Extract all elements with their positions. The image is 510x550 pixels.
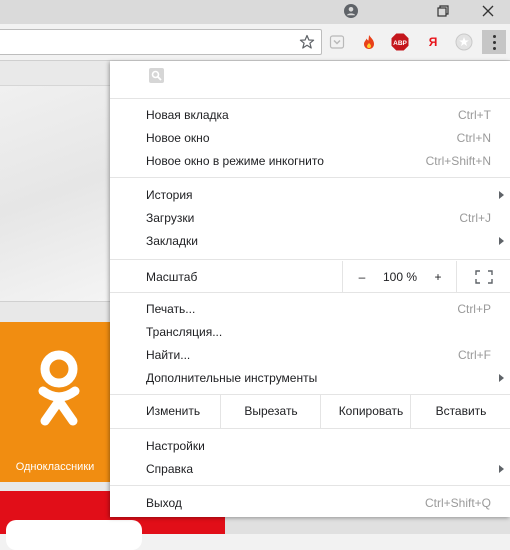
odnoklassniki-tile[interactable] bbox=[0, 322, 110, 482]
menu-item-incognito[interactable]: Новое окно в режиме инкогнито Ctrl+Shift… bbox=[146, 150, 491, 172]
menu-item-label: Выход bbox=[146, 496, 182, 510]
menu-item-find[interactable]: Найти... Ctrl+F bbox=[146, 344, 491, 366]
more-vert-icon[interactable] bbox=[482, 30, 506, 54]
fullscreen-button[interactable] bbox=[456, 261, 510, 292]
menu-item-label: Новое окно bbox=[146, 131, 210, 145]
pocket-icon[interactable] bbox=[328, 33, 346, 51]
menu-item-shortcut: Ctrl+F bbox=[458, 348, 491, 362]
menu-item-label: Новая вкладка bbox=[146, 108, 229, 122]
menu-item-exit[interactable]: Выход Ctrl+Shift+Q bbox=[146, 492, 491, 514]
menu-item-print[interactable]: Печать... Ctrl+P bbox=[146, 298, 491, 320]
menu-item-label: Дополнительные инструменты bbox=[146, 371, 318, 385]
menu-item-cast[interactable]: Трансляция... bbox=[146, 321, 491, 343]
red-tile-chip bbox=[6, 520, 142, 550]
address-bar[interactable] bbox=[0, 29, 322, 55]
menu-separator bbox=[110, 485, 510, 486]
menu-item-shortcut: Ctrl+P bbox=[457, 302, 491, 316]
chrome-menu: Новая вкладка Ctrl+T Новое окно Ctrl+N Н… bbox=[110, 61, 510, 517]
yandex-icon[interactable]: Я bbox=[424, 33, 442, 51]
extension-icon[interactable] bbox=[455, 33, 473, 51]
odnoklassniki-logo-icon bbox=[38, 350, 80, 426]
submenu-arrow-icon bbox=[499, 237, 504, 245]
menu-separator bbox=[110, 259, 510, 260]
menu-separator bbox=[110, 98, 510, 99]
menu-item-help[interactable]: Справка bbox=[146, 458, 491, 480]
zoom-out-button[interactable]: – bbox=[347, 270, 377, 284]
menu-item-history[interactable]: История bbox=[146, 184, 491, 206]
menu-separator bbox=[110, 428, 510, 429]
account-icon[interactable] bbox=[329, 0, 373, 22]
restore-icon[interactable] bbox=[421, 0, 465, 22]
menu-separator bbox=[110, 177, 510, 178]
menu-item-label: Трансляция... bbox=[146, 325, 223, 339]
menu-item-label: Новое окно в режиме инкогнито bbox=[146, 154, 324, 168]
menu-item-label: История bbox=[146, 188, 193, 202]
paste-button[interactable]: Вставить bbox=[410, 394, 510, 428]
submenu-arrow-icon bbox=[499, 465, 504, 473]
page-header-strip bbox=[0, 61, 110, 86]
zoom-level: 100 % bbox=[382, 269, 418, 284]
menu-item-more-tools[interactable]: Дополнительные инструменты bbox=[146, 367, 491, 389]
adblock-icon[interactable]: ABP bbox=[391, 33, 409, 51]
menu-item-bookmarks[interactable]: Закладки bbox=[146, 230, 491, 252]
menu-item-shortcut: Ctrl+J bbox=[459, 211, 491, 225]
menu-item-shortcut: Ctrl+Shift+Q bbox=[424, 496, 491, 510]
close-icon[interactable] bbox=[466, 0, 510, 22]
menu-item-new-window[interactable]: Новое окно Ctrl+N bbox=[146, 127, 491, 149]
menu-item-shortcut: Ctrl+N bbox=[456, 131, 491, 145]
menu-item-label: Настройки bbox=[146, 439, 205, 453]
adblock-label: ABP bbox=[393, 40, 407, 47]
cut-button[interactable]: Вырезать bbox=[220, 394, 321, 428]
menu-item-label: Загрузки bbox=[146, 211, 195, 225]
fullscreen-icon bbox=[475, 269, 493, 284]
submenu-arrow-icon bbox=[499, 374, 504, 382]
odnoklassniki-label: Одноклассники bbox=[15, 461, 95, 473]
star-icon[interactable] bbox=[298, 33, 316, 51]
menu-item-label: Найти... bbox=[146, 348, 191, 362]
menu-item-downloads[interactable]: Загрузки Ctrl+J bbox=[146, 207, 491, 229]
page-content-area bbox=[0, 86, 110, 302]
edit-label: Изменить bbox=[146, 404, 201, 418]
zoom-in-button[interactable]: + bbox=[423, 270, 453, 284]
zoom-controls: – 100 % + bbox=[342, 261, 457, 292]
menu-item-shortcut: Ctrl+T bbox=[458, 108, 491, 122]
menu-item-shortcut: Ctrl+Shift+N bbox=[425, 154, 491, 168]
yandex-label: Я bbox=[428, 35, 438, 49]
menu-item-label: Справка bbox=[146, 462, 194, 476]
zoom-label: Масштаб bbox=[146, 269, 198, 284]
menu-item-settings[interactable]: Настройки bbox=[146, 435, 491, 457]
fire-icon[interactable] bbox=[360, 33, 378, 51]
menu-separator bbox=[110, 292, 510, 293]
menu-item-label: Печать... bbox=[146, 302, 196, 316]
menu-item-label: Закладки bbox=[146, 234, 198, 248]
copy-button[interactable]: Копировать bbox=[320, 394, 421, 428]
menu-item-new-tab[interactable]: Новая вкладка Ctrl+T bbox=[146, 104, 491, 126]
submenu-arrow-icon bbox=[499, 191, 504, 199]
search-icon[interactable] bbox=[149, 68, 164, 83]
